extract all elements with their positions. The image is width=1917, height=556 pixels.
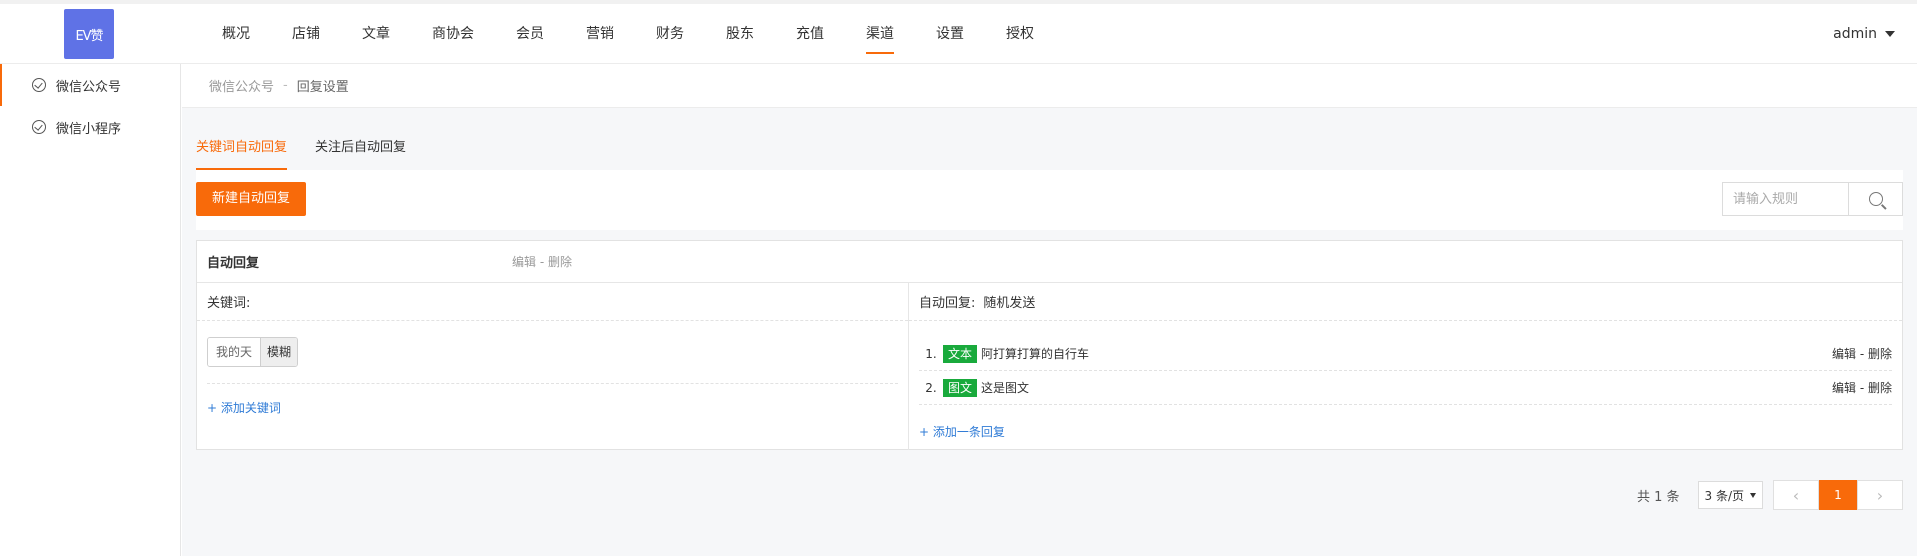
- search-icon: [1868, 192, 1883, 206]
- replies-column: 自动回复: 随机发送 1. 文本 阿打算打算的自行车 编辑 - 删除 2. 图文…: [909, 283, 1902, 450]
- search-input[interactable]: [1723, 183, 1848, 215]
- nav-item-channel[interactable]: 渠道: [866, 4, 894, 64]
- keywords-column: 关键词: 我的天 模糊 + 添加关键词: [197, 283, 909, 450]
- check-circle-icon: [32, 78, 46, 92]
- app-logo[interactable]: EV赞: [64, 9, 114, 59]
- reply-mode: 随机发送: [983, 296, 1036, 311]
- pagination: 共 1 条 3 条/页 ‹ 1 ›: [1637, 480, 1903, 510]
- reply-row: 2. 图文 这是图文 编辑 - 删除: [919, 371, 1892, 405]
- rule-action-separator: -: [539, 255, 545, 269]
- toolbar: 新建自动回复: [196, 170, 1903, 230]
- sidebar-item-label: 微信小程序: [56, 121, 122, 137]
- nav-item-finance[interactable]: 财务: [656, 4, 684, 64]
- nav-item-member[interactable]: 会员: [516, 4, 544, 64]
- rule-header: 自动回复 编辑 - 删除: [197, 241, 1902, 283]
- nav-item-overview[interactable]: 概况: [222, 4, 250, 64]
- caret-down-icon: [1885, 31, 1895, 37]
- nav-item-chamber[interactable]: 商协会: [432, 4, 474, 64]
- reply-row: 1. 文本 阿打算打算的自行车 编辑 - 删除: [919, 337, 1892, 371]
- reply-delete-link[interactable]: 删除: [1868, 347, 1892, 361]
- rule-card: 自动回复 编辑 - 删除 关键词: 我的天 模糊 + 添加关键词 自动回复: 随…: [196, 240, 1903, 450]
- divider: [207, 383, 898, 384]
- keyword-tag: 我的天 模糊: [207, 337, 299, 367]
- reply-type-badge: 文本: [943, 344, 978, 363]
- reply-actions: 编辑 - 删除: [1832, 345, 1892, 362]
- sidebar-item-wechat-miniprogram[interactable]: 微信小程序: [0, 106, 180, 148]
- breadcrumb-item-reply-settings: 回复设置: [296, 80, 349, 95]
- nav-item-article[interactable]: 文章: [362, 4, 390, 64]
- add-keyword-link[interactable]: + 添加关键词: [207, 399, 281, 416]
- link-circle-icon: [32, 120, 46, 134]
- chevron-right-icon: ›: [1876, 485, 1884, 505]
- rule-edit-link[interactable]: 编辑: [512, 255, 536, 269]
- replies-header: 自动回复: 随机发送: [909, 283, 1902, 321]
- reply-edit-link[interactable]: 编辑: [1832, 347, 1856, 361]
- main-content: 微信公众号 - 回复设置 关键词自动回复 关注后自动回复 新建自动回复 自动回复…: [182, 64, 1917, 556]
- reply-edit-link[interactable]: 编辑: [1832, 381, 1856, 395]
- rule-delete-link[interactable]: 删除: [548, 255, 572, 269]
- tab-follow-reply[interactable]: 关注后自动回复: [315, 128, 406, 170]
- keyword-text: 我的天: [208, 338, 261, 366]
- user-menu[interactable]: admin: [1833, 4, 1895, 64]
- keyword-match-mode[interactable]: 模糊: [260, 338, 298, 366]
- page-size-select[interactable]: 3 条/页: [1697, 481, 1763, 509]
- nav-item-shareholder[interactable]: 股东: [726, 4, 754, 64]
- chevron-left-icon: ‹: [1792, 485, 1800, 505]
- prev-page-button[interactable]: ‹: [1773, 480, 1819, 510]
- reply-label: 自动回复:: [919, 296, 976, 311]
- reply-action-separator: -: [1859, 347, 1865, 361]
- keywords-label: 关键词:: [197, 283, 908, 321]
- page-number-button[interactable]: 1: [1819, 480, 1857, 510]
- reply-index: 2.: [925, 380, 937, 395]
- new-auto-reply-button[interactable]: 新建自动回复: [196, 182, 307, 216]
- breadcrumb-separator: -: [283, 78, 288, 93]
- reply-tabs: 关键词自动回复 关注后自动回复: [196, 128, 434, 170]
- reply-list: 1. 文本 阿打算打算的自行车 编辑 - 删除 2. 图文 这是图文 编辑 - …: [919, 337, 1892, 405]
- caret-down-icon: [1750, 492, 1756, 498]
- nav-item-authorization[interactable]: 授权: [1006, 4, 1034, 64]
- breadcrumb-item-official[interactable]: 微信公众号: [209, 76, 274, 95]
- breadcrumb: 微信公众号 - 回复设置: [182, 64, 1917, 108]
- search-box: [1722, 182, 1903, 216]
- search-button[interactable]: [1848, 183, 1902, 215]
- sidebar-item-wechat-official[interactable]: 微信公众号: [0, 64, 180, 106]
- nav-item-marketing[interactable]: 营销: [586, 4, 614, 64]
- tab-keyword-reply[interactable]: 关键词自动回复: [196, 128, 288, 170]
- sidebar-item-label: 微信公众号: [56, 79, 122, 95]
- reply-type-badge: 图文: [943, 378, 978, 397]
- reply-action-separator: -: [1859, 381, 1865, 395]
- next-page-button[interactable]: ›: [1857, 480, 1903, 510]
- nav-item-recharge[interactable]: 充值: [796, 4, 824, 64]
- reply-index: 1.: [925, 346, 937, 361]
- total-count: 共 1 条: [1636, 489, 1680, 505]
- main-nav: 概况 店铺 文章 商协会 会员 营销 财务 股东 充值 渠道 设置 授权: [222, 4, 1076, 64]
- nav-item-shop[interactable]: 店铺: [292, 4, 320, 64]
- reply-content: 这是图文: [981, 381, 1030, 395]
- add-reply-link[interactable]: + 添加一条回复: [919, 423, 1005, 440]
- reply-delete-link[interactable]: 删除: [1868, 381, 1892, 395]
- sidebar: 微信公众号 微信小程序: [0, 64, 181, 556]
- reply-content: 阿打算打算的自行车: [981, 347, 1090, 361]
- rule-body: 关键词: 我的天 模糊 + 添加关键词 自动回复: 随机发送 1. 文本 阿打算…: [197, 283, 1902, 450]
- reply-actions: 编辑 - 删除: [1832, 379, 1892, 396]
- nav-item-settings[interactable]: 设置: [936, 4, 964, 64]
- top-header: EV赞 概况 店铺 文章 商协会 会员 营销 财务 股东 充值 渠道 设置 授权…: [0, 0, 1917, 64]
- page-size-value: 3 条/页: [1704, 488, 1745, 503]
- user-name: admin: [1833, 26, 1877, 42]
- rule-actions: 编辑 - 删除: [512, 253, 572, 270]
- rule-title: 自动回复: [207, 256, 260, 271]
